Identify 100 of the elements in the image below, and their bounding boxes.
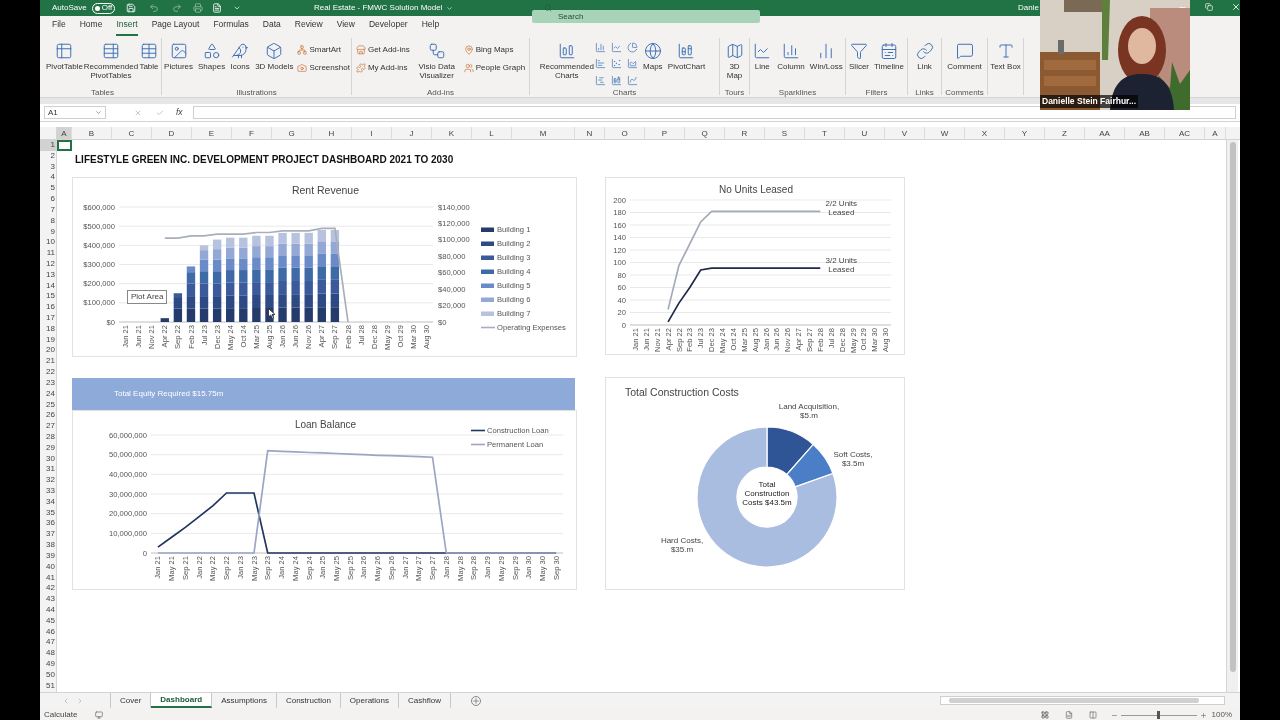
row-number[interactable]: 24 [40, 388, 56, 400]
row-number[interactable]: 4 [40, 172, 56, 184]
grid-heading[interactable]: G [272, 127, 312, 139]
row-number[interactable]: 38 [40, 540, 56, 551]
search-field[interactable]: Search [532, 9, 760, 23]
grid-heading[interactable]: L [472, 127, 512, 139]
grid-heading[interactable]: AB [1125, 127, 1165, 139]
ribbon-button[interactable]: Bing Maps [462, 42, 527, 58]
gantt-chart-icon[interactable] [594, 74, 606, 86]
function-button[interactable]: fx [176, 106, 183, 119]
next-sheet-icon[interactable] [76, 696, 84, 705]
stacked-column-icon[interactable] [610, 74, 622, 86]
grid-heading[interactable]: C [112, 127, 152, 139]
row-number[interactable]: 36 [40, 518, 56, 530]
close-icon[interactable] [1231, 2, 1241, 12]
ribbon-button[interactable]: PivotTable [44, 38, 85, 88]
ribbon-button[interactable]: Comment [945, 38, 984, 88]
ribbon-button[interactable]: Icons [228, 38, 253, 88]
grid-heading[interactable]: K [432, 127, 472, 139]
caret-icon[interactable] [445, 4, 453, 12]
grid-heading[interactable]: Y [1005, 127, 1045, 139]
vertical-scrollbar[interactable] [1226, 140, 1238, 692]
row-number[interactable]: 37 [40, 529, 56, 541]
ribbon-button[interactable]: Slicer [847, 38, 872, 88]
grid-heading[interactable]: D [152, 127, 192, 139]
ribbon-tab[interactable]: View [336, 18, 355, 36]
ribbon-button[interactable]: 3D Models [253, 38, 296, 88]
bar-chart-icon[interactable] [594, 58, 606, 70]
grid-heading[interactable]: AC [1165, 127, 1205, 139]
row-number[interactable]: 29 [40, 442, 56, 454]
ribbon-button[interactable]: Shapes [196, 38, 228, 88]
row-number[interactable]: 42 [40, 583, 56, 595]
ribbon-tab[interactable]: Developer [368, 18, 408, 36]
row-number[interactable]: 31 [40, 464, 56, 476]
ribbon-button[interactable]: SmartArt [296, 42, 351, 58]
row-number[interactable]: 19 [40, 334, 56, 346]
grid-heading[interactable]: P [645, 127, 685, 139]
scatter-chart-icon[interactable] [610, 58, 622, 70]
grid-heading[interactable]: V [885, 127, 925, 139]
row-number[interactable]: 7 [40, 204, 56, 216]
ribbon-button[interactable]: Recommended Charts [541, 38, 592, 88]
grid-heading[interactable]: W [925, 127, 965, 139]
row-number[interactable]: 32 [40, 475, 56, 486]
grid-heading[interactable]: A [57, 127, 72, 139]
cancel-icon[interactable] [134, 108, 142, 117]
grid-heading[interactable]: AA [1085, 127, 1125, 139]
row-number[interactable]: 5 [40, 183, 56, 195]
row-number[interactable]: 21 [40, 356, 56, 368]
zoom-thumb[interactable] [1157, 711, 1161, 719]
macro-icon[interactable] [95, 711, 104, 719]
document-icon[interactable] [212, 3, 223, 13]
row-number[interactable]: 12 [40, 258, 56, 270]
grid-heading[interactable]: S [765, 127, 805, 139]
ribbon-button[interactable]: Pictures [162, 38, 195, 88]
row-number[interactable]: 6 [40, 194, 56, 205]
ribbon-button[interactable]: Get Add-ins [354, 42, 411, 58]
line-chart-icon[interactable] [610, 42, 622, 53]
ribbon-button[interactable]: Maps [640, 38, 665, 88]
row-number[interactable]: 1 [40, 140, 56, 151]
ribbon-tab[interactable]: Page Layout [151, 18, 200, 36]
row-number[interactable]: 47 [40, 637, 56, 649]
grid-heading[interactable]: R [725, 127, 765, 139]
save-icon[interactable] [126, 3, 137, 13]
row-number[interactable]: 10 [40, 237, 56, 249]
ribbon-button[interactable]: Link [912, 38, 937, 88]
ribbon-tab[interactable]: Data [262, 18, 281, 36]
row-number[interactable]: 15 [40, 291, 56, 303]
grid-heading[interactable]: H [312, 127, 352, 139]
grid-heading[interactable]: Q [685, 127, 725, 139]
add-sheet-icon[interactable] [470, 695, 481, 706]
row-number[interactable]: 16 [40, 302, 56, 313]
row-number[interactable]: 23 [40, 377, 56, 389]
formula-field[interactable] [192, 106, 1236, 119]
row-number[interactable]: 8 [40, 215, 56, 227]
row-number[interactable]: 48 [40, 648, 56, 659]
grid-heading[interactable]: A [1205, 127, 1226, 139]
row-number[interactable]: 34 [40, 496, 56, 508]
grid-heading[interactable]: O [605, 127, 645, 139]
row-number[interactable]: 40 [40, 561, 56, 573]
row-number[interactable]: 43 [40, 594, 56, 605]
row-number[interactable]: 45 [40, 615, 56, 627]
ribbon-button[interactable]: PivotChart [665, 38, 708, 88]
ribbon-tab[interactable]: Formulas [213, 18, 249, 36]
ribbon-tab[interactable]: Review [294, 18, 323, 36]
curve-chart-icon[interactable] [626, 74, 638, 86]
row-number[interactable]: 51 [40, 680, 56, 692]
sheet-tab[interactable]: Dashboard [151, 693, 213, 708]
row-number[interactable]: 50 [40, 669, 56, 681]
column-chart-icon[interactable] [594, 42, 606, 53]
grid-heading[interactable]: J [392, 127, 432, 139]
grid-heading[interactable]: X [965, 127, 1005, 139]
row-number[interactable]: 39 [40, 550, 56, 562]
zoom-level[interactable]: 100% [1211, 709, 1232, 720]
grid-heading[interactable]: I [352, 127, 392, 139]
row-number[interactable]: 3 [40, 161, 56, 173]
ribbon-button[interactable]: Screenshot [296, 60, 351, 76]
area-chart-icon[interactable] [626, 58, 638, 70]
grid-heading[interactable]: B [72, 127, 112, 139]
grid-heading[interactable]: F [232, 127, 272, 139]
page-layout-icon[interactable] [1064, 711, 1073, 719]
